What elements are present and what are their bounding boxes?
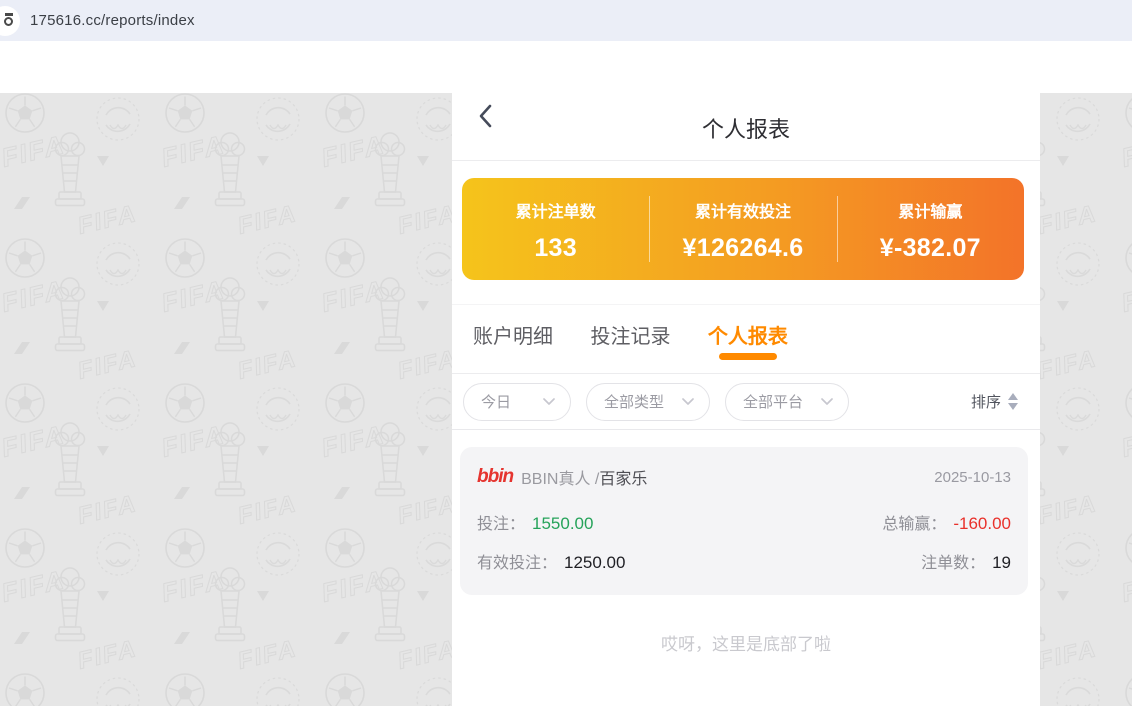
summary-label: 累计有效投注: [649, 198, 836, 222]
section-spacer: [452, 280, 1040, 304]
tab-personal-report[interactable]: 个人报表: [708, 320, 788, 367]
chevron-down-icon: [543, 398, 555, 406]
record-row-valid: 有效投注： 1250.00 注单数： 19: [477, 549, 1011, 573]
favicon-glyph: [4, 17, 13, 26]
record-header-row: bbin BBIN真人 / 百家乐 2025-10-13: [477, 465, 1011, 489]
dropdown-label: 全部类型: [604, 391, 664, 412]
dropdown-label: 全部平台: [743, 391, 803, 412]
valid-bet-label: 有效投注：: [477, 549, 557, 573]
tab-bar: 账户明细 投注记录 个人报表: [452, 304, 1040, 374]
summary-col-bet-count: 累计注单数 133: [462, 178, 649, 280]
platform-dropdown[interactable]: 全部平台: [725, 383, 849, 421]
sort-arrows-icon: [1008, 393, 1018, 410]
sort-label: 排序: [971, 391, 1001, 412]
provider-name: BBIN真人 /: [521, 465, 599, 489]
record-date: 2025-10-13: [934, 469, 1011, 486]
valid-bet-value: 1250.00: [564, 553, 625, 573]
report-app-panel: 个人报表 累计注单数 133 累计有效投注 ¥126264.6 累计输赢 ¥-3…: [452, 41, 1040, 706]
summary-value: 133: [462, 234, 649, 263]
bet-count-label: 注单数：: [921, 549, 985, 573]
game-name: 百家乐: [599, 465, 647, 489]
tab-label: 投注记录: [590, 326, 670, 348]
summary-col-winloss: 累计输赢 ¥-382.07: [837, 178, 1024, 280]
chevron-down-icon: [682, 398, 694, 406]
summary-label: 累计输赢: [837, 198, 1024, 222]
tab-account-details[interactable]: 账户明细: [473, 320, 553, 367]
browser-url-bar[interactable]: 175616.cc/reports/index: [0, 0, 1132, 41]
active-tab-underline: [719, 353, 777, 360]
app-header: 个人报表: [452, 41, 1040, 161]
date-range-dropdown[interactable]: 今日: [463, 383, 571, 421]
tab-betting-records[interactable]: 投注记录: [590, 320, 670, 367]
summary-value: ¥126264.6: [649, 234, 836, 263]
page-title: 个人报表: [452, 112, 1040, 144]
site-info-icon[interactable]: [0, 6, 20, 36]
summary-col-valid-bets: 累计有效投注 ¥126264.6: [649, 178, 836, 280]
summary-label: 累计注单数: [462, 198, 649, 222]
type-dropdown[interactable]: 全部类型: [586, 383, 710, 421]
page-background: FIFA FIFA: [0, 41, 1132, 706]
bet-value: 1550.00: [532, 514, 593, 534]
bet-label: 投注：: [477, 510, 525, 534]
url-text[interactable]: 175616.cc/reports/index: [30, 12, 195, 29]
bbin-logo: bbin: [477, 466, 513, 488]
report-list-item[interactable]: bbin BBIN真人 / 百家乐 2025-10-13 投注： 1550.00…: [460, 447, 1028, 595]
bet-count-value: 19: [992, 553, 1011, 573]
summary-stats-card: 累计注单数 133 累计有效投注 ¥126264.6 累计输赢 ¥-382.07: [462, 178, 1024, 280]
end-of-list-text: 哎呀，这里是底部了啦: [452, 630, 1040, 655]
winloss-value: -160.00: [953, 514, 1011, 534]
tab-label: 账户明细: [473, 326, 553, 348]
chevron-down-icon: [821, 398, 833, 406]
tab-label: 个人报表: [708, 326, 788, 348]
summary-value: ¥-382.07: [837, 234, 1024, 263]
sort-control[interactable]: 排序: [971, 391, 1018, 412]
dropdown-label: 今日: [481, 391, 511, 412]
winloss-label: 总输赢：: [882, 510, 946, 534]
record-row-bet: 投注： 1550.00 总输赢： -160.00: [477, 510, 1011, 534]
filter-bar: 今日 全部类型 全部平台 排序: [452, 374, 1040, 430]
